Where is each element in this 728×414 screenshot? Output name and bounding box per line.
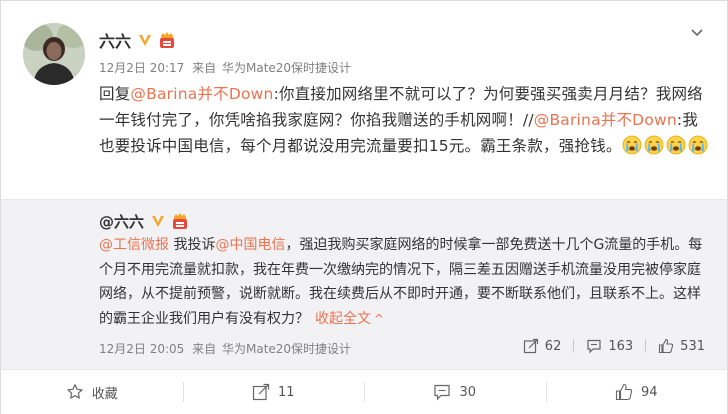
star-icon: [67, 384, 83, 399]
crying-face-icon: [644, 135, 663, 155]
repost-like-count: 531: [680, 338, 705, 354]
member-badge-icon: [160, 32, 175, 48]
weibo-post-card: 六六 12月2日 20:17 来自 华为Mate20保时捷设计 回复@Barin…: [0, 0, 728, 414]
emoji-group: [622, 135, 710, 155]
mention-link[interactable]: @中国电信: [215, 237, 285, 253]
repost-comment-count: 163: [608, 338, 634, 354]
share-icon: [523, 338, 538, 354]
post-source-prefix: 来自: [192, 61, 217, 75]
crying-face-icon: [688, 135, 707, 155]
author-row: 六六: [99, 28, 176, 52]
author-name[interactable]: 六六: [99, 28, 131, 52]
repost-author-row: @六六: [99, 210, 189, 232]
divider: [645, 339, 647, 353]
collapse-link[interactable]: 收起全文 ^: [315, 311, 384, 327]
comment-icon: [434, 384, 451, 401]
share-icon: [252, 383, 270, 401]
mention-link[interactable]: @Barina并不Down: [130, 85, 273, 103]
action-bar: 收藏 11 30 94: [1, 369, 727, 414]
mention-link[interactable]: @Barina并不Down: [534, 111, 677, 129]
verified-v-icon: [152, 216, 165, 227]
comment-icon: [587, 339, 601, 354]
verified-v-icon: [139, 35, 152, 46]
share-count: 11: [277, 384, 295, 400]
divider: [573, 339, 575, 353]
collapse-label: 收起全文: [315, 310, 371, 327]
post-meta: 12月2日 20:17 来自 华为Mate20保时捷设计: [99, 59, 351, 76]
comment-button[interactable]: 30: [364, 370, 546, 414]
repost-author[interactable]: @六六: [99, 211, 144, 232]
avatar[interactable]: [23, 23, 85, 85]
collapse-arrow-icon: ^: [374, 311, 385, 326]
post-date[interactable]: 12月2日 20:17: [99, 61, 184, 75]
share-button[interactable]: 11: [182, 370, 365, 414]
post-content: 回复@Barina并不Down:你直接加网络里不就可以了？为何要强买强卖月月结？…: [99, 81, 711, 159]
repost-text-part: 我投诉: [169, 237, 216, 253]
repost-text: @工信微报 我投诉@中国电信，强迫我购买家庭网络的时候拿一部免费送十几个G流量的…: [99, 233, 707, 331]
repost-comment-button[interactable]: 163: [586, 338, 633, 354]
thumbs-up-icon: [615, 383, 633, 401]
avatar-photo: [23, 23, 85, 85]
comment-count: 30: [459, 384, 477, 400]
chevron-down-icon[interactable]: [687, 23, 707, 43]
repost-date[interactable]: 12月2日 20:05: [99, 342, 184, 356]
repost-share-button[interactable]: 62: [523, 338, 562, 354]
repost-source-prefix: 来自: [192, 342, 217, 356]
repost-meta: 12月2日 20:05 来自 华为Mate20保时捷设计: [99, 340, 351, 357]
thumbs-up-icon: [659, 338, 674, 354]
repost-share-count: 62: [544, 338, 562, 354]
crying-face-icon: [622, 135, 641, 155]
member-badge-icon: [173, 213, 188, 229]
post-source[interactable]: 华为Mate20保时捷设计: [222, 61, 351, 75]
repost-like-button[interactable]: 531: [658, 338, 705, 354]
repost-source[interactable]: 华为Mate20保时捷设计: [222, 342, 351, 356]
like-button[interactable]: 94: [545, 370, 728, 414]
crying-face-icon: [666, 135, 685, 155]
repost-block[interactable]: @六六 @工信微报 我投诉@中国电信，强迫我购买家庭网络的时候拿一部免费送十几个…: [1, 199, 727, 369]
repost-stats: 62 163 531: [523, 336, 705, 356]
favorite-button[interactable]: 收藏: [1, 370, 183, 414]
favorite-label: 收藏: [91, 386, 118, 402]
reply-prefix: 回复: [99, 85, 131, 103]
mention-link[interactable]: @工信微报: [99, 237, 169, 253]
like-count: 94: [640, 384, 658, 400]
